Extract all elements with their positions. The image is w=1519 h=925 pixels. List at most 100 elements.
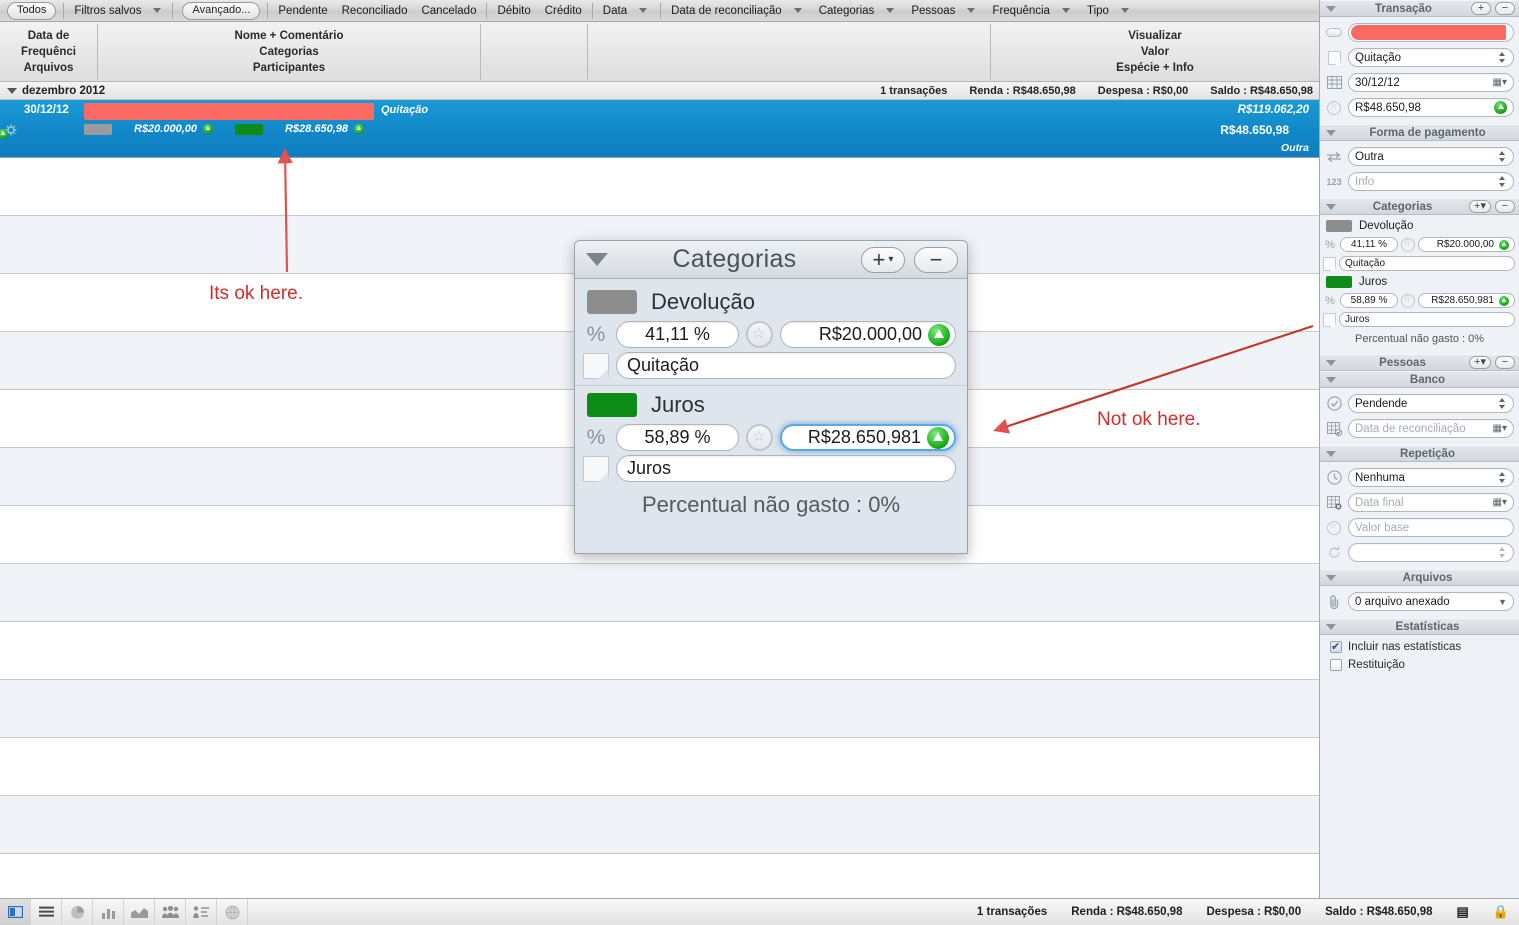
filter-debito[interactable]: Débito	[490, 0, 537, 22]
stepper-icon[interactable]	[1498, 174, 1507, 189]
arrow-up-icon[interactable]	[1494, 101, 1507, 114]
include-statistics-row[interactable]: Incluir nas estatísticas	[1320, 638, 1519, 656]
remove-category-button[interactable]: −	[914, 246, 958, 273]
menu-frequencia[interactable]: Frequência	[985, 0, 1080, 22]
disclosure-triangle-icon[interactable]	[1326, 359, 1336, 366]
categories-popup[interactable]: Categorias + ▾ − Devolução % 41,11 % R$2…	[574, 240, 968, 554]
coin-icon[interactable]	[1401, 237, 1415, 252]
pie-chart-icon[interactable]	[62, 898, 93, 925]
list-icon[interactable]	[31, 898, 62, 925]
transaction-date-field[interactable]: 30/12/12 ▦▾	[1348, 73, 1514, 92]
transaction-color-field[interactable]	[1348, 23, 1514, 42]
calendar-picker-icon[interactable]: ▦▾	[1493, 423, 1507, 434]
remove-transaction-button[interactable]: −	[1495, 2, 1515, 15]
category-color-swatch[interactable]	[587, 290, 637, 314]
repetition-end-date-field[interactable]: Data final ▦▾	[1348, 493, 1514, 512]
refund-checkbox[interactable]	[1330, 659, 1342, 671]
menu-pessoas[interactable]: Pessoas	[904, 0, 985, 22]
add-category-button[interactable]: + ▾	[861, 246, 905, 273]
month-group-header[interactable]: dezembro 2012 1 transações Renda : R$48.…	[0, 82, 1319, 100]
people-chart-icon[interactable]	[155, 898, 186, 925]
repetition-base-value-field[interactable]: Valor base	[1348, 518, 1514, 537]
empty-row[interactable]	[0, 158, 1319, 216]
section-header-estatisticas[interactable]: Estatísticas	[1320, 618, 1519, 635]
disclosure-triangle-icon[interactable]	[1326, 450, 1336, 457]
category-note-input[interactable]: Juros	[1339, 312, 1515, 327]
chevron-down-icon[interactable]: ▼	[1498, 597, 1507, 607]
section-header-repeticao[interactable]: Repetição	[1320, 445, 1519, 462]
globe-icon[interactable]	[217, 898, 248, 925]
disclosure-triangle-icon[interactable]	[586, 253, 608, 266]
remove-category-button[interactable]: −	[1495, 200, 1515, 213]
arrow-up-icon[interactable]	[1499, 295, 1509, 306]
category-amount-input-focused[interactable]: R$28.650,981	[780, 424, 956, 451]
section-header-arquivos[interactable]: Arquivos	[1320, 569, 1519, 586]
area-chart-icon[interactable]	[124, 898, 155, 925]
bank-status-field[interactable]: Pendende	[1348, 394, 1514, 413]
filter-cancelado[interactable]: Cancelado	[414, 0, 483, 22]
payment-info-field[interactable]: Info	[1348, 172, 1514, 191]
disclosure-triangle-icon[interactable]	[1326, 5, 1336, 12]
menu-categorias[interactable]: Categorias	[812, 0, 905, 22]
filter-credito[interactable]: Crédito	[538, 0, 589, 22]
coin-icon[interactable]	[746, 321, 773, 348]
category-color-swatch[interactable]	[1326, 220, 1352, 232]
disclosure-triangle-icon[interactable]	[1326, 129, 1336, 136]
remove-person-button[interactable]: −	[1495, 356, 1515, 369]
column-divider[interactable]	[480, 24, 481, 80]
category-color-swatch[interactable]	[1326, 276, 1352, 288]
advanced-filter-button[interactable]: Avançado...	[182, 1, 261, 20]
transaction-amount-field[interactable]: R$48.650,98	[1348, 98, 1514, 117]
category-amount-input[interactable]: R$20.000,00	[1418, 237, 1515, 252]
bar-chart-icon[interactable]	[93, 898, 124, 925]
calendar-picker-icon[interactable]: ▦▾	[1493, 497, 1507, 508]
category-color-swatch[interactable]	[587, 393, 637, 417]
column-group-left[interactable]: Data de Frequênci Arquivos	[0, 22, 97, 82]
category-note-input[interactable]: Quitação	[616, 352, 956, 379]
add-category-button[interactable]: +▾	[1469, 200, 1491, 213]
category-amount-input[interactable]: R$28.650,981	[1418, 293, 1515, 308]
empty-row[interactable]	[0, 622, 1319, 680]
column-group-middle[interactable]: Nome + Comentário Categorias Participant…	[98, 22, 480, 82]
category-percent-input[interactable]: 58,89 %	[616, 424, 739, 451]
files-attached-field[interactable]: 0 arquivo anexado ▼	[1348, 592, 1514, 611]
disclosure-triangle-icon[interactable]	[1326, 574, 1336, 581]
category-note-input[interactable]: Juros	[616, 455, 956, 482]
filter-reconciliado[interactable]: Reconciliado	[335, 0, 415, 22]
include-statistics-checkbox[interactable]	[1330, 640, 1342, 653]
empty-row[interactable]	[0, 564, 1319, 622]
stepper-icon[interactable]	[1498, 470, 1507, 485]
repetition-frequency-field[interactable]: Nenhuma	[1348, 468, 1514, 487]
coin-icon[interactable]	[1401, 293, 1415, 308]
saved-filters-menu[interactable]: Filtros salvos	[67, 0, 169, 22]
coin-icon[interactable]	[746, 424, 773, 451]
stepper-icon[interactable]	[1498, 396, 1507, 411]
category-note-input[interactable]: Quitação	[1339, 256, 1515, 271]
column-divider[interactable]	[587, 24, 588, 80]
arrow-up-icon[interactable]	[928, 323, 950, 346]
disclosure-triangle-icon[interactable]	[1326, 203, 1336, 210]
table-row[interactable]: 30/12/12 Quitação R$20.000,00 R$28.650,9…	[0, 100, 1319, 158]
lock-icon[interactable]: 🔒	[1493, 904, 1509, 920]
payment-method-field[interactable]: Outra	[1348, 147, 1514, 166]
add-person-button[interactable]: +▾	[1469, 356, 1491, 369]
arrow-up-icon[interactable]	[927, 426, 949, 449]
category-amount-input[interactable]: R$20.000,00	[780, 321, 956, 348]
section-header-transacao[interactable]: Transação + −	[1320, 0, 1519, 17]
section-header-categorias[interactable]: Categorias +▾ −	[1320, 198, 1519, 215]
empty-row[interactable]	[0, 680, 1319, 738]
stepper-icon[interactable]	[1498, 50, 1507, 65]
section-header-pessoas[interactable]: Pessoas +▾ −	[1320, 354, 1519, 371]
category-percent-input[interactable]: 41,11 %	[1340, 237, 1398, 252]
disclosure-triangle-icon[interactable]	[1326, 623, 1336, 630]
section-header-banco[interactable]: Banco	[1320, 371, 1519, 388]
add-transaction-button[interactable]: +	[1471, 2, 1491, 15]
calendar-picker-icon[interactable]: ▦▾	[1493, 77, 1507, 88]
stepper-icon[interactable]	[1498, 149, 1507, 164]
refund-row[interactable]: Restituição	[1320, 656, 1519, 674]
section-header-forma-pagamento[interactable]: Forma de pagamento	[1320, 124, 1519, 141]
ranking-chart-icon[interactable]	[186, 898, 217, 925]
menu-data[interactable]: Data	[596, 0, 657, 22]
column-group-right[interactable]: Visualizar Valor Espécie + Info	[991, 22, 1319, 82]
calculator-icon[interactable]: ▤	[1457, 904, 1469, 920]
